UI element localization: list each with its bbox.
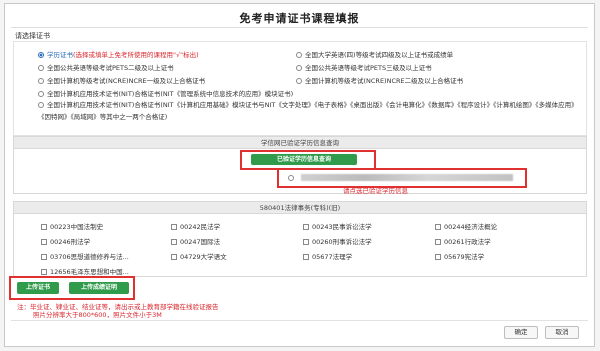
course-item[interactable]: 12656毛泽东思想和中国... [41, 266, 129, 276]
checkbox-icon[interactable] [435, 224, 441, 230]
upload-note-line2: 照片分辨率大于800*600，照片文件小于3M [33, 311, 162, 319]
course-item[interactable]: 00261行政法学 [435, 236, 491, 246]
certificate-dialog: 免考申请证书课程填报 请选择证书 学历证书(选择或填单上免考所使用的课程用"√"… [4, 3, 595, 347]
radio-icon[interactable] [38, 102, 44, 108]
cert-option-cet4[interactable]: 全国大学英语(四)等级考试四级及以上证书或成绩单 [296, 49, 453, 59]
courses-panel-header: 580401法律事务(专科)(旧) [14, 202, 586, 214]
cancel-button[interactable]: 取消 [545, 326, 579, 339]
radio-icon[interactable] [296, 78, 302, 84]
radio-icon[interactable] [38, 91, 44, 97]
radio-icon[interactable] [38, 65, 44, 71]
checkbox-icon[interactable] [303, 239, 309, 245]
cert-option-nit-mis[interactable]: 全国计算机应用技术证书(NIT)合格证书(NIT《管理系统中信息技术的应用》模块… [38, 88, 293, 98]
title-divider [11, 27, 588, 28]
checkbox-icon[interactable] [171, 254, 177, 260]
checkbox-icon[interactable] [41, 224, 47, 230]
checkbox-icon[interactable] [171, 239, 177, 245]
radio-selected-icon[interactable] [38, 52, 44, 58]
checkbox-icon[interactable] [41, 254, 47, 260]
cert-option-ncre1[interactable]: 全国计算机等级考试(NCRE)NCRE一级及以上合格证书 [38, 75, 205, 85]
blurred-record [301, 174, 513, 181]
checkbox-icon[interactable] [41, 269, 47, 275]
cert-option-nit-basic[interactable]: 全国计算机应用技术证书(NIT)合格证书(NIT《计算机应用基础》模块证书与NI… [38, 99, 578, 123]
dialog-title: 免考申请证书课程填报 [239, 12, 360, 25]
checkbox-icon[interactable] [41, 239, 47, 245]
upload-score-button[interactable]: 上传成绩证明 [69, 282, 129, 294]
course-item[interactable]: 05677法理学 [303, 251, 352, 261]
footer-divider [11, 320, 588, 321]
radio-icon[interactable] [296, 65, 302, 71]
cert-option-ncre2[interactable]: 全国计算机等级考试(NCRE)NCRE二级及以上合格证书 [296, 75, 463, 85]
radio-icon[interactable] [38, 78, 44, 84]
certificate-options: 学历证书(选择或填单上免考所使用的课程用"√"标出) 全国大学英语(四)等级考试… [13, 41, 587, 136]
course-item[interactable]: 00246刑法学 [41, 236, 90, 246]
cert-option-pets2[interactable]: 全国公共英语等级考试PETS二级及以上证书 [38, 62, 174, 72]
verify-query-button[interactable]: 已验证学历信息查询 [251, 154, 357, 165]
checkbox-icon[interactable] [303, 254, 309, 260]
verify-panel-header: 学信网已验证学历信息查询 [14, 137, 586, 149]
course-item[interactable]: 04729大学语文 [171, 251, 227, 261]
course-item[interactable]: 03706思想道德修养与法... [41, 251, 129, 261]
course-item[interactable]: 00242民法学 [171, 221, 220, 231]
upload-certificate-button[interactable]: 上传证书 [17, 282, 59, 294]
checkbox-icon[interactable] [435, 254, 441, 260]
record-radio-icon[interactable] [288, 175, 294, 181]
section-label: 请选择证书 [15, 32, 50, 40]
ok-button[interactable]: 确定 [504, 326, 538, 339]
checkbox-icon[interactable] [435, 239, 441, 245]
cert-option-pets3[interactable]: 全国公共英语等级考试PETS三级及以上证书 [296, 62, 432, 72]
course-item[interactable]: 00243民事诉讼法学 [303, 221, 372, 231]
course-item[interactable]: 00223中国法制史 [41, 221, 103, 231]
course-item[interactable]: 00244经济法概论 [435, 221, 497, 231]
radio-icon[interactable] [296, 52, 302, 58]
cert-option-diploma[interactable]: 学历证书(选择或填单上免考所使用的课程用"√"标出) [38, 49, 199, 59]
checkbox-icon[interactable] [171, 224, 177, 230]
verify-hint: 请点选已验证学历信息 [343, 187, 408, 195]
course-item[interactable]: 00260刑事诉讼法学 [303, 236, 372, 246]
course-item[interactable]: 00247国际法 [171, 236, 220, 246]
checkbox-icon[interactable] [303, 224, 309, 230]
course-item[interactable]: 05679宪法学 [435, 251, 484, 261]
